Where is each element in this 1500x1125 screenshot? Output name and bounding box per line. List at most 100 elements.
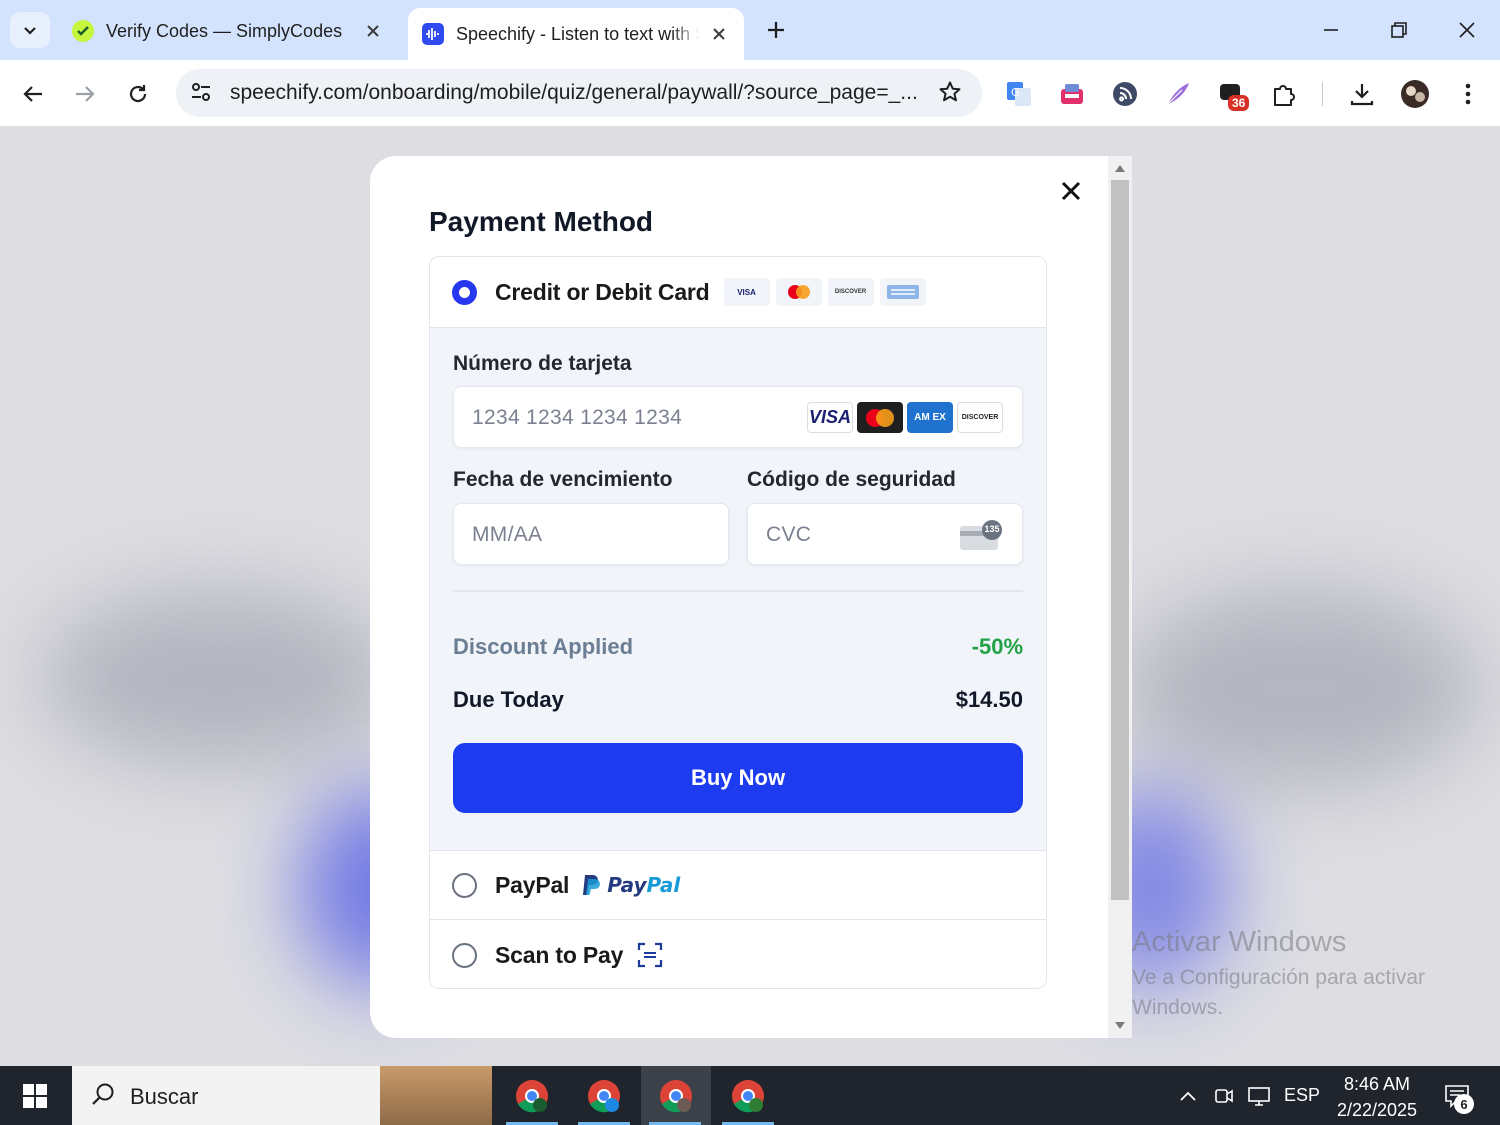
paypal-radio[interactable] — [452, 872, 477, 898]
tab-simplycodes[interactable]: Verify Codes — SimplyCodes — [58, 8, 398, 54]
taskbar-chrome-app[interactable] — [572, 1066, 636, 1125]
chevron-up-icon — [1180, 1091, 1196, 1101]
taskbar-clock[interactable]: 8:46 AM 2/22/2025 — [1332, 1071, 1422, 1123]
notifications-button[interactable]: 6 — [1432, 1066, 1482, 1125]
tab-title: Speechify - Listen to text with Speechif… — [456, 23, 700, 44]
downloads-icon[interactable] — [1347, 79, 1377, 109]
tab-speechify[interactable]: Speechify - Listen to text with Speechif… — [408, 8, 744, 60]
buy-now-button[interactable]: Buy Now — [453, 743, 1023, 813]
scan-to-pay-radio[interactable] — [452, 942, 477, 968]
scroll-up-arrow-icon[interactable] — [1115, 165, 1125, 172]
notification-count-badge: 6 — [1454, 1094, 1474, 1114]
tab-search-button[interactable] — [10, 12, 50, 48]
chrome-menu-icon[interactable] — [1453, 79, 1483, 109]
close-window-button[interactable] — [1450, 14, 1484, 46]
meet-now-icon[interactable] — [1208, 1066, 1240, 1125]
scan-to-pay-option[interactable]: Scan to Pay — [430, 920, 1046, 988]
due-today-amount: $14.50 — [955, 687, 1023, 712]
due-today-label: Due Today — [453, 687, 564, 712]
toolbar-divider — [1322, 82, 1323, 106]
chrome-icon — [660, 1079, 692, 1112]
card-details-panel: Número de tarjeta 1234 1234 1234 1234 VI… — [430, 327, 1046, 851]
card-brand-logos: VISA DISCOVER — [718, 278, 926, 306]
discount-row: Discount Applied -50% — [453, 634, 1023, 660]
visa-mini-logo: VISA — [723, 278, 770, 306]
cvc-hint-number: 135 — [984, 524, 1000, 534]
taskbar-chrome-app[interactable] — [716, 1066, 780, 1125]
tab-title: Verify Codes — SimplyCodes — [106, 20, 343, 41]
minimize-icon — [1324, 29, 1338, 31]
tab-close-icon[interactable] — [708, 23, 730, 45]
paypal-logo-text-pay: Pay — [607, 873, 647, 897]
chrome-icon — [516, 1079, 548, 1112]
reload-button[interactable] — [120, 76, 156, 112]
bookmark-star-icon[interactable] — [938, 80, 962, 109]
site-settings-icon[interactable] — [190, 81, 212, 108]
forward-button[interactable] — [67, 76, 103, 112]
network-icon[interactable] — [1242, 1066, 1276, 1125]
expiry-label: Fecha de vencimiento — [453, 468, 673, 491]
back-button[interactable] — [15, 76, 51, 112]
taskbar-chrome-app-active[interactable] — [641, 1066, 711, 1125]
search-icon — [90, 1082, 116, 1113]
input-language-indicator[interactable]: ESP — [1282, 1066, 1322, 1125]
url-text[interactable]: speechify.com/onboarding/mobile/quiz/gen… — [230, 81, 920, 105]
reload-icon — [129, 85, 147, 103]
chevron-down-icon — [24, 27, 36, 35]
cvc-input[interactable]: CVC 135 — [747, 503, 1023, 565]
payment-methods-list: Credit or Debit Card VISA DISCOVER Númer… — [429, 256, 1047, 989]
feather-extension-icon[interactable] — [1163, 79, 1193, 109]
card-option[interactable]: Credit or Debit Card VISA DISCOVER — [430, 257, 1046, 327]
expiry-input[interactable]: MM/AA — [453, 503, 729, 565]
card-number-input[interactable]: 1234 1234 1234 1234 VISA AM EX DISCOVER — [453, 386, 1023, 448]
browser-tab-bar: Verify Codes — SimplyCodes Speechify - L… — [0, 0, 1500, 60]
discount-label: Discount Applied — [453, 634, 634, 659]
minimize-button[interactable] — [1314, 14, 1348, 46]
search-highlight-image — [380, 1066, 492, 1125]
extensions-puzzle-icon[interactable] — [1269, 79, 1299, 109]
paypal-logo-text-pal: Pal — [646, 873, 681, 897]
due-today-row: Due Today $14.50 — [453, 687, 1023, 713]
mastercard-logo — [857, 402, 903, 433]
show-hidden-icons-button[interactable] — [1172, 1066, 1204, 1125]
rss-extension-icon[interactable] — [1110, 79, 1140, 109]
chrome-icon — [732, 1079, 764, 1112]
card-radio[interactable] — [452, 279, 477, 305]
simplycodes-favicon-icon — [72, 20, 94, 42]
taskbar-search-box[interactable]: Buscar — [72, 1066, 492, 1125]
start-button[interactable] — [0, 1066, 70, 1125]
backdrop-blur — [1120, 588, 1480, 788]
profile-avatar[interactable] — [1400, 79, 1430, 109]
scroll-down-arrow-icon[interactable] — [1115, 1022, 1125, 1029]
clock-date: 2/22/2025 — [1336, 1100, 1418, 1120]
new-tab-button[interactable] — [762, 16, 790, 44]
speechify-favicon-icon — [422, 23, 444, 45]
cvc-placeholder: CVC — [766, 523, 812, 546]
restore-icon — [1391, 22, 1407, 38]
windows-activation-watermark: Activar Windows Ve a Configuración para … — [1132, 926, 1425, 1023]
arrow-left-icon — [23, 86, 42, 102]
modal-title: Payment Method — [429, 206, 654, 237]
watermark-line: Windows. — [1132, 996, 1224, 1019]
paypal-option[interactable]: PayPal Pay Pal — [430, 851, 1046, 920]
modal-scrollbar[interactable] — [1108, 156, 1132, 1038]
messages-extension-icon[interactable]: 36 — [1216, 79, 1250, 111]
scan-to-pay-label: Scan to Pay — [495, 941, 624, 968]
plus-icon — [768, 22, 784, 38]
paypal-logo: Pay Pal — [581, 873, 680, 897]
google-translate-extension-icon[interactable]: G — [1004, 79, 1034, 109]
scrollbar-thumb[interactable] — [1111, 180, 1129, 900]
payment-modal: Payment Method Credit or Debit Card VISA… — [370, 156, 1132, 1038]
taskbar-chrome-app[interactable] — [500, 1066, 564, 1125]
paypal-p-icon — [583, 875, 601, 895]
tab-close-icon[interactable] — [362, 20, 384, 42]
restore-button[interactable] — [1382, 14, 1416, 46]
modal-close-button[interactable] — [1058, 178, 1084, 204]
discount-value: -50% — [971, 634, 1023, 659]
amex-mini-logo — [879, 278, 926, 306]
scan-icon — [637, 942, 663, 968]
discover-mini-logo: DISCOVER — [827, 278, 874, 306]
windows-taskbar: Buscar ESP 8:46 AM 2/22/2025 6 — [0, 1066, 1500, 1125]
address-bar[interactable]: speechify.com/onboarding/mobile/quiz/gen… — [176, 69, 982, 117]
shopping-extension-icon[interactable] — [1057, 79, 1087, 109]
